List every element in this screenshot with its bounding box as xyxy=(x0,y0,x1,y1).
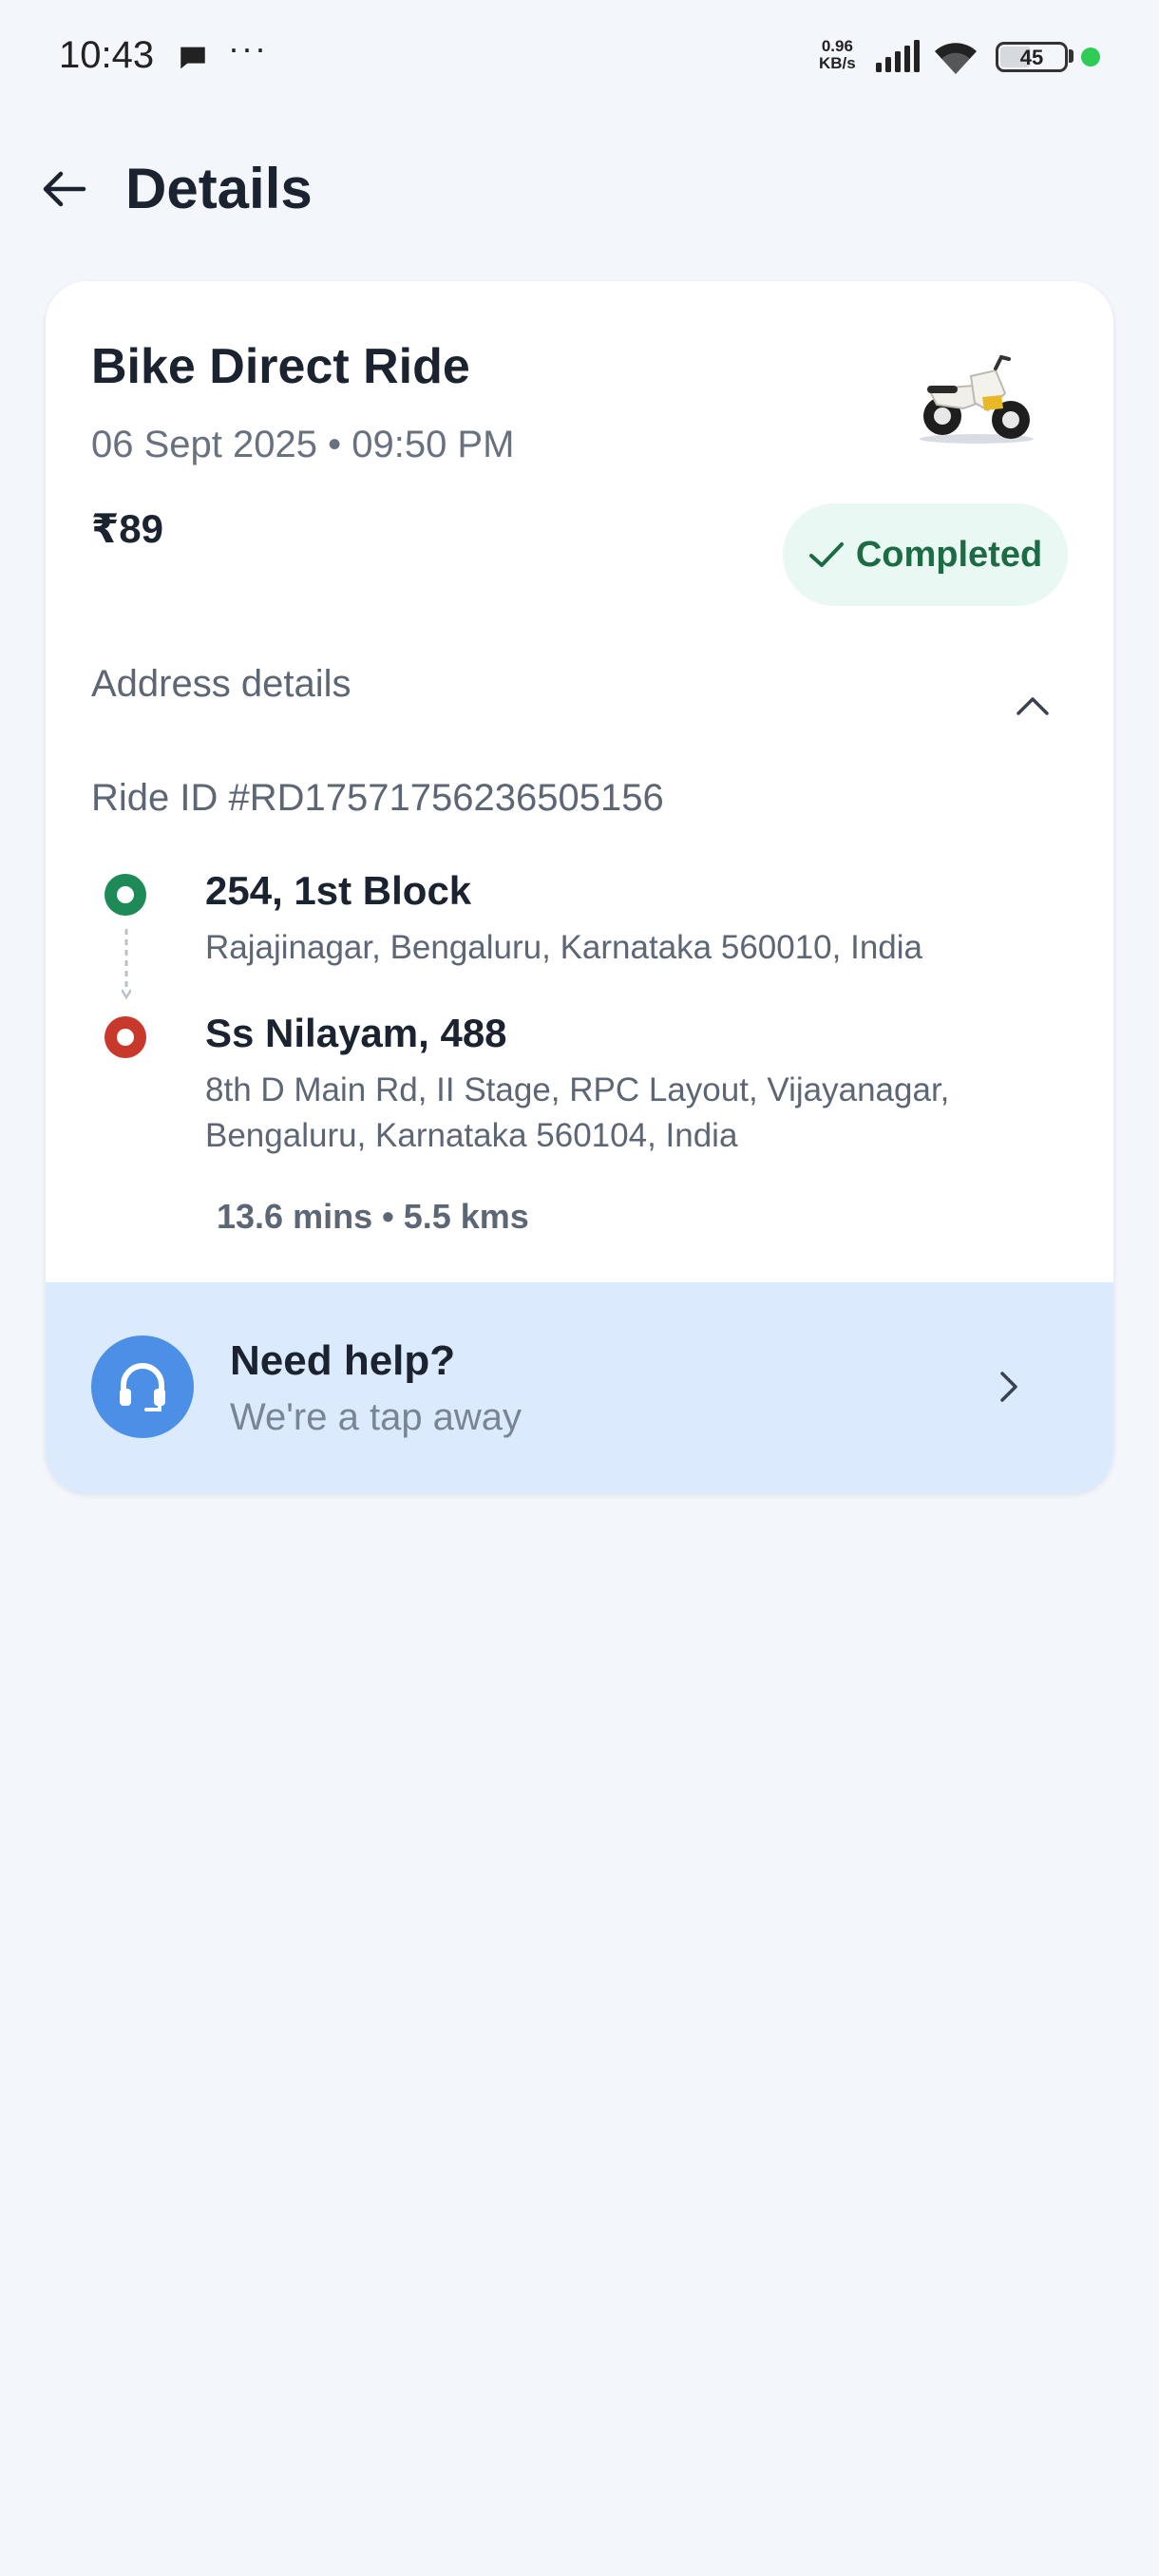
drop-location-address: 8th D Main Rd, II Stage, RPC Layout, Vij… xyxy=(205,1071,950,1154)
bike-icon xyxy=(920,354,1034,444)
drop-location-name: Ss Nilayam, 488 xyxy=(205,1011,507,1055)
chevron-up-icon xyxy=(1016,697,1049,715)
chat-icon xyxy=(180,47,205,69)
drop-pin-icon xyxy=(104,1016,146,1058)
battery-percent: 45 xyxy=(1019,46,1044,69)
ride-type-title: Bike Direct Ride xyxy=(91,339,470,394)
signal-icon xyxy=(876,40,920,72)
pickup-location-address: Rajajinagar, Bengaluru, Karnataka 560010… xyxy=(205,929,922,966)
address-details-heading: Address details xyxy=(91,663,352,705)
status-label: Completed xyxy=(855,534,1043,575)
ride-id: Ride ID #RD17571756236505156 xyxy=(91,777,664,819)
back-arrow-icon xyxy=(43,171,86,207)
headset-icon xyxy=(91,1335,194,1438)
pickup-pin-icon xyxy=(104,874,146,916)
ride-fare: ₹89 xyxy=(91,506,163,551)
status-time: 10:43 xyxy=(59,34,155,76)
chevron-right-icon xyxy=(988,1366,1030,1408)
privacy-indicator-dot xyxy=(1081,47,1100,66)
trip-duration-distance: 13.6 mins • 5.5 kms xyxy=(217,1197,529,1236)
battery-icon: 45 xyxy=(996,42,1068,72)
back-button[interactable] xyxy=(30,156,97,222)
pickup-location-name: 254, 1st Block xyxy=(205,868,472,913)
help-title: Need help? xyxy=(230,1337,456,1384)
network-speed: 0.96 KB/s xyxy=(819,38,856,72)
wifi-icon xyxy=(935,43,977,74)
status-badge: Completed xyxy=(783,503,1068,606)
network-speed-value: 0.96 xyxy=(821,37,853,55)
ride-details-screen: 10:43 ··· 0.96 KB/s 45 Details Bike Dire… xyxy=(0,0,1159,2576)
battery-tip xyxy=(1069,49,1074,63)
need-help-banner[interactable]: Need help? We're a tap away xyxy=(46,1282,1113,1493)
network-speed-unit: KB/s xyxy=(819,54,856,72)
page-title: Details xyxy=(125,157,313,220)
collapse-address-button[interactable] xyxy=(1007,680,1058,731)
more-notifications-icon: ··· xyxy=(228,28,268,67)
status-bar: 10:43 ··· 0.96 KB/s 45 xyxy=(0,0,1159,114)
ride-details-card: Bike Direct Ride 06 Sept 2025 • 09:50 PM… xyxy=(46,281,1113,1493)
check-icon xyxy=(808,542,844,567)
ride-datetime: 06 Sept 2025 • 09:50 PM xyxy=(91,424,515,465)
help-subtitle: We're a tap away xyxy=(230,1396,522,1438)
route-connector-icon xyxy=(122,929,131,1000)
